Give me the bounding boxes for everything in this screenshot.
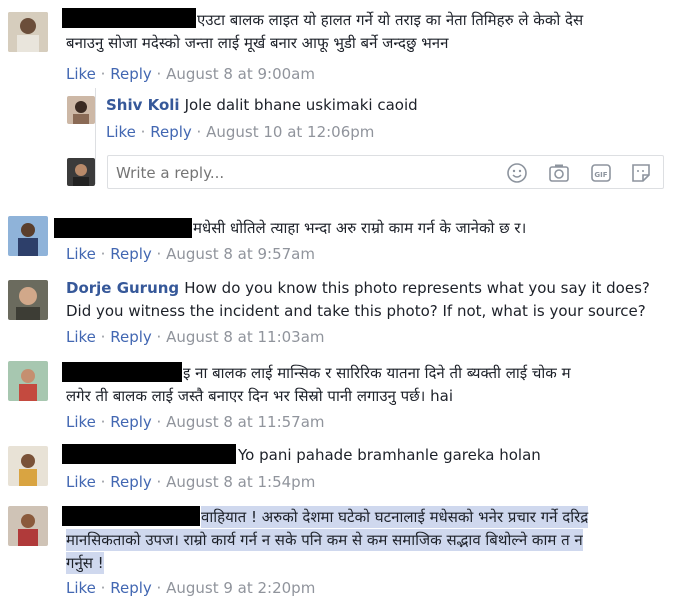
reply-link[interactable]: Reply xyxy=(150,123,192,141)
avatar-photo-icon xyxy=(8,361,48,401)
emoji-icon[interactable] xyxy=(506,162,528,184)
like-link[interactable]: Like xyxy=(66,245,96,263)
comment-actions: Like · Reply · August 8 at 11:57am xyxy=(66,413,325,431)
avatar-photo-icon xyxy=(8,216,48,256)
reply-actions: Like · Reply · August 10 at 12:06pm xyxy=(106,123,375,141)
reply-timestamp[interactable]: August 10 at 12:06pm xyxy=(206,123,374,141)
comment-text-line: मानसिकताको उपज। राम्रो कार्य गर्न न सके … xyxy=(66,529,583,551)
commenter-name[interactable]: Dorje Gurung xyxy=(66,279,179,297)
comment-text: Yo pani pahade bramhanle gareka holan xyxy=(238,446,541,464)
avatar-photo-icon xyxy=(8,506,48,546)
avatar-photo-icon xyxy=(8,280,48,320)
like-link[interactable]: Like xyxy=(66,473,96,491)
avatar[interactable] xyxy=(8,446,48,486)
avatar[interactable] xyxy=(8,280,48,320)
comment-actions: Like · Reply · August 9 at 2:20pm xyxy=(66,579,316,597)
reply-input[interactable] xyxy=(114,160,498,186)
reply-link[interactable]: Reply xyxy=(110,473,152,491)
comment-actions: Like · Reply · August 8 at 9:00am xyxy=(66,65,315,83)
comment-text: एउटा बालक लाइत यो हालत गर्ने यो तराइ का … xyxy=(197,11,584,29)
current-user-avatar xyxy=(67,158,95,186)
comment-text-line: लगेर ती बालक लाई जस्तै बनाएर दिन भर सिस्… xyxy=(66,387,453,405)
reply-text: Shiv Koli Jole dalit bhane uskimaki caoid xyxy=(106,96,418,114)
comment-text: वाहियात ! अरुको देशमा घटेको घटनालाई मधेस… xyxy=(201,506,589,528)
reply-composer[interactable]: GIF xyxy=(107,155,664,189)
comment-text-line: गर्नुस ! xyxy=(66,552,104,574)
avatar-photo-icon xyxy=(67,158,95,186)
comment-timestamp[interactable]: August 9 at 2:20pm xyxy=(166,579,315,597)
avatar[interactable] xyxy=(8,361,48,401)
like-link[interactable]: Like xyxy=(66,579,96,597)
avatar[interactable] xyxy=(67,96,95,124)
comment-timestamp[interactable]: August 8 at 11:03am xyxy=(166,328,324,346)
reply-link[interactable]: Reply xyxy=(110,413,152,431)
sticker-icon[interactable] xyxy=(630,162,652,184)
avatar[interactable] xyxy=(8,506,48,546)
like-link[interactable]: Like xyxy=(66,413,96,431)
redacted-name xyxy=(62,444,236,464)
camera-icon[interactable] xyxy=(548,162,570,184)
comment-text: मधेसी धोतिले त्याहा भन्दा अरु राम्रो काम… xyxy=(193,219,527,237)
reply-link[interactable]: Reply xyxy=(110,328,152,346)
like-link[interactable]: Like xyxy=(106,123,136,141)
comment-timestamp[interactable]: August 8 at 9:00am xyxy=(166,65,315,83)
comment-timestamp[interactable]: August 8 at 1:54pm xyxy=(166,473,315,491)
avatar[interactable] xyxy=(8,12,48,52)
comment-text-line: बनाउनु सोजा मदेस्को जन्ता लाई मूर्ख बनार… xyxy=(66,34,449,52)
comment-timestamp[interactable]: August 8 at 9:57am xyxy=(166,245,315,263)
comment-timestamp[interactable]: August 8 at 11:57am xyxy=(166,413,324,431)
redacted-name xyxy=(62,506,200,526)
reply-link[interactable]: Reply xyxy=(110,65,152,83)
redacted-name xyxy=(54,218,192,238)
commenter-name[interactable]: Shiv Koli xyxy=(106,96,180,114)
thread-divider xyxy=(95,88,96,184)
comment-text-line: Did you witness the incident and take th… xyxy=(66,302,646,320)
avatar-photo-icon xyxy=(8,446,48,486)
comment-text: Dorje Gurung How do you know this photo r… xyxy=(66,279,650,297)
redacted-name xyxy=(62,362,182,382)
comment-text: इ ना बालक लाई मान्सिक र सारिरिक यातना दि… xyxy=(183,364,571,382)
avatar[interactable] xyxy=(8,216,48,256)
reply-link[interactable]: Reply xyxy=(110,579,152,597)
like-link[interactable]: Like xyxy=(66,65,96,83)
comment-actions: Like · Reply · August 8 at 9:57am xyxy=(66,245,315,263)
avatar-photo-icon xyxy=(8,12,48,52)
like-link[interactable]: Like xyxy=(66,328,96,346)
reply-link[interactable]: Reply xyxy=(110,245,152,263)
redacted-name xyxy=(62,8,196,28)
avatar-photo-icon xyxy=(67,96,95,124)
comment-actions: Like · Reply · August 8 at 1:54pm xyxy=(66,473,316,491)
gif-icon[interactable]: GIF xyxy=(590,162,612,184)
svg-text:GIF: GIF xyxy=(594,171,607,179)
comment-actions: Like · Reply · August 8 at 11:03am xyxy=(66,328,325,346)
